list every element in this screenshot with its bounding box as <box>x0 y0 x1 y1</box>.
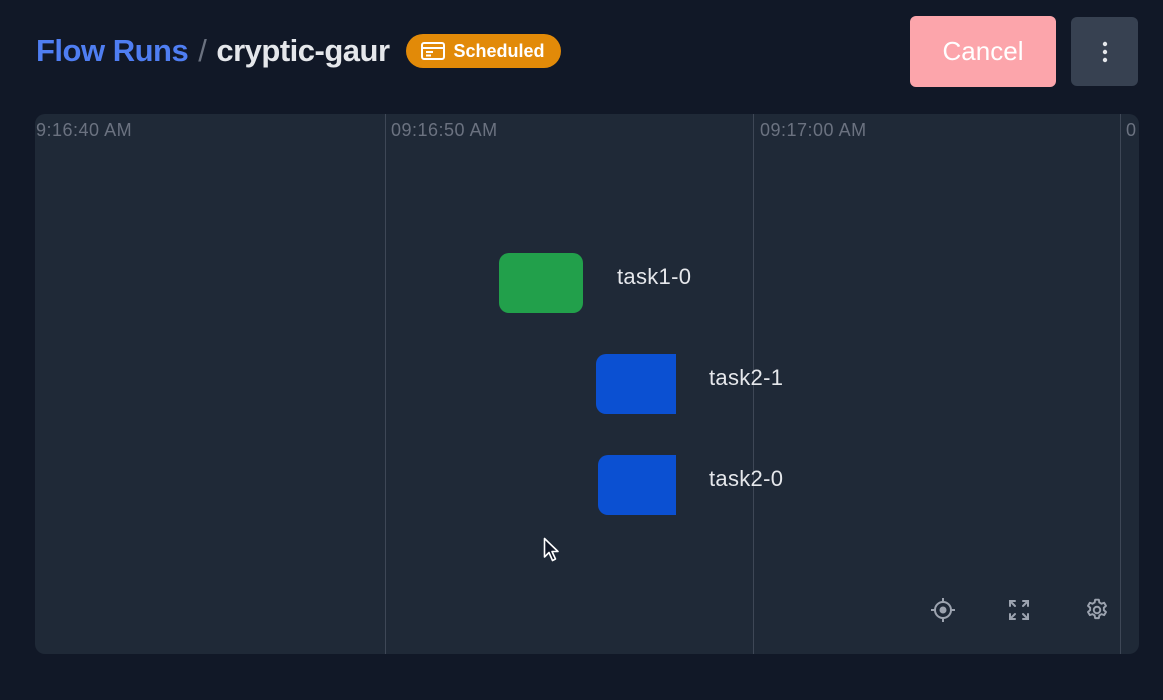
task-node-task2-0[interactable] <box>598 455 676 515</box>
recenter-icon[interactable] <box>928 595 958 625</box>
task-label[interactable]: task2-1 <box>709 365 783 391</box>
calendar-icon <box>420 42 445 60</box>
timeline-tick-label: 0 <box>1126 120 1137 140</box>
more-menu-button[interactable] <box>1071 17 1138 86</box>
timeline-tick-label: 09:16:50 AM <box>391 120 498 140</box>
breadcrumb: Flow Runs / cryptic-gaur Scheduled <box>36 28 561 74</box>
task-node-task2-1[interactable] <box>596 354 676 414</box>
task-label[interactable]: task1-0 <box>617 264 691 290</box>
task-node-task1-0[interactable] <box>499 253 583 313</box>
fullscreen-icon[interactable] <box>1004 595 1034 625</box>
timeline-graph[interactable]: 9:16:40 AM 09:16:50 AM 09:17:00 AM 0 tas… <box>35 114 1139 654</box>
breadcrumb-flow-runs-link[interactable]: Flow Runs <box>36 33 189 69</box>
timeline-tick-label: 9:16:40 AM <box>36 120 133 140</box>
timeline-gridline <box>385 114 386 654</box>
flow-run-page: Flow Runs / cryptic-gaur Scheduled Cance… <box>0 0 1163 700</box>
timeline-tick-label: 09:17:00 AM <box>760 120 867 140</box>
cancel-button[interactable]: Cancel <box>910 16 1056 87</box>
status-badge: Scheduled <box>405 34 561 68</box>
breadcrumb-separator: / <box>198 33 207 68</box>
mouse-cursor-icon <box>543 537 559 562</box>
status-badge-label: Scheduled <box>453 40 545 61</box>
timeline-gridline <box>1120 114 1121 654</box>
vertical-dots-icon <box>1102 41 1107 62</box>
page-title: cryptic-gaur <box>216 33 390 68</box>
task-label[interactable]: task2-0 <box>709 466 783 492</box>
settings-icon[interactable] <box>1082 595 1112 625</box>
